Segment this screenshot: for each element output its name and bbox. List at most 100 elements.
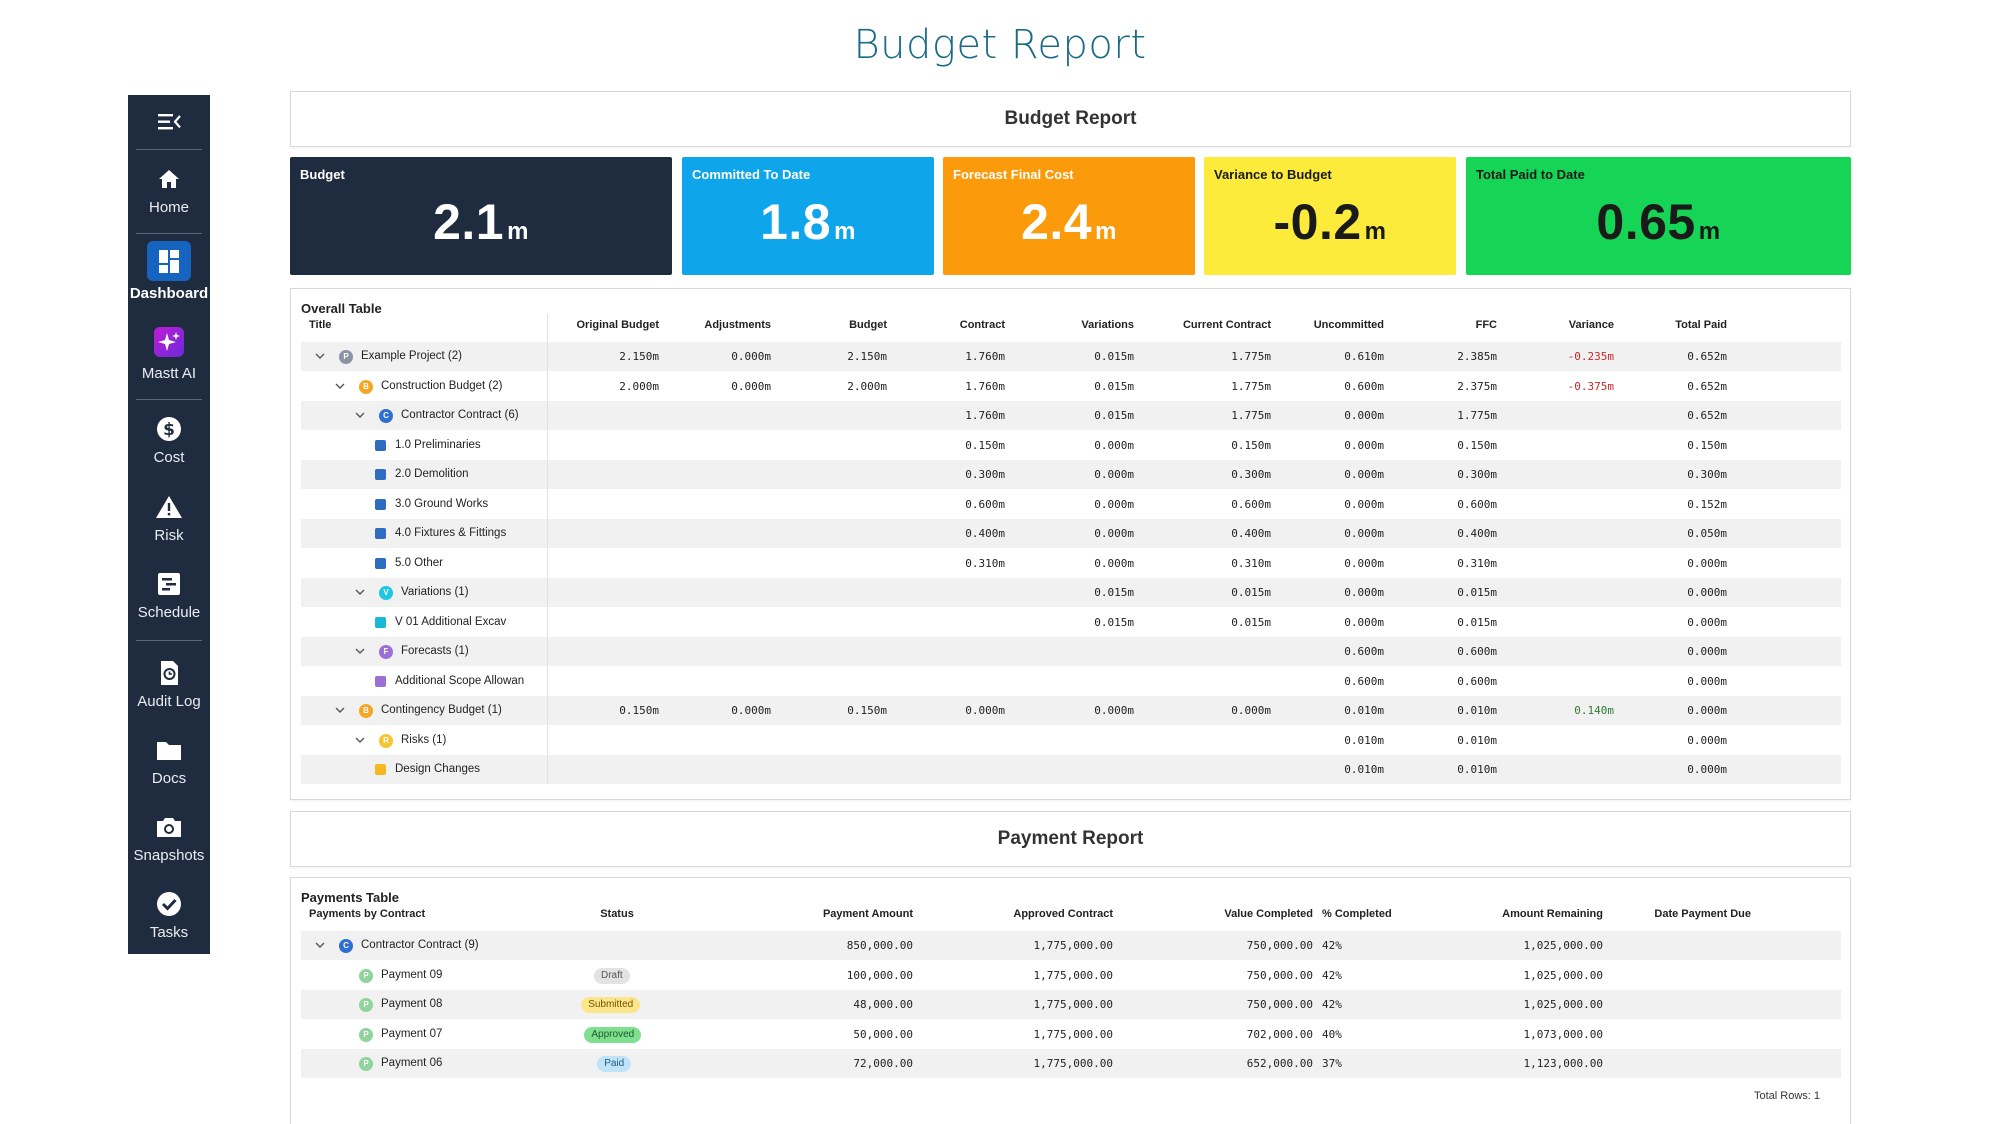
table-cell: 0.652m [1687,350,1727,363]
sidebar-item-snapshots[interactable]: Snapshots [128,809,210,879]
table-row[interactable]: P Payment 06 Paid 72,000.00 1,775,000.00 652,… [301,1049,1841,1078]
kpi-card: Forecast Final Cost 2.4 m [943,157,1195,275]
table-cell: 0.000m [731,704,771,717]
sidebar-item-mastt-ai[interactable]: Mastt AI [128,327,210,397]
row-title: 1.0 Preliminaries [395,438,481,451]
sidebar-item-home[interactable]: Home [128,161,210,231]
column-header[interactable]: Status [557,900,677,929]
sidebar: Home Dashboard Mastt AI $ Cost Risk Sche… [128,95,210,954]
row-title: Forecasts (1) [401,645,469,657]
table-row[interactable]: C Contractor Contract (9) 850,000.00 1,775,… [301,931,1841,960]
column-header[interactable]: Variations [994,311,1134,340]
dashboard-icon [128,241,210,281]
table-cell: 0.015m [1457,586,1497,599]
table-cell: 1.775m [1231,409,1271,422]
column-header[interactable]: Value Completed [1173,900,1313,929]
chevron-down-icon[interactable] [353,637,367,666]
menu-collapse-button[interactable] [128,105,210,141]
chevron-down-icon[interactable] [353,578,367,607]
table-cell: 1,025,000.00 [1523,939,1603,952]
table-cell: 0.000m [1344,586,1384,599]
table-row[interactable]: P Payment 08 Submitted 48,000.00 1,775,000.0… [301,990,1841,1019]
kpi-value: 2.1 m [290,193,672,251]
column-header[interactable]: Approved Contract [973,900,1113,929]
table-cell: 0.015m [1094,379,1134,393]
chevron-down-icon[interactable] [313,342,327,371]
table-cell: 1,775,000.00 [1033,939,1113,952]
kpi-value: 0.65 m [1466,193,1851,251]
column-header[interactable]: Contract [865,311,1005,340]
table-row[interactable]: 5.0 Other 0.310m 0.000m 0.310m 0.000m 0.310m 0… [301,549,1841,578]
sidebar-item-schedule[interactable]: Schedule [128,566,210,636]
table-row[interactable]: V Variations (1) 0.015m 0.015m 0.000m 0.015m 0… [301,578,1841,607]
table-cell: 0.015m [1094,409,1134,422]
chevron-down-icon[interactable] [313,931,327,960]
sidebar-item-cost[interactable]: $ Cost [128,411,210,481]
total-rows-label: Total Rows: 1 [1753,1090,1820,1102]
chevron-down-icon[interactable] [353,726,367,755]
table-cell: 1.775m [1231,379,1271,393]
chevron-down-icon[interactable] [333,372,347,401]
chevron-down-icon[interactable] [353,401,367,430]
sidebar-item-label: Audit Log [137,693,201,710]
table-cell: 0.600m [1344,379,1384,393]
table-cell: 702,000.00 [1246,1027,1313,1041]
folder-icon [128,732,210,768]
table-row[interactable]: Design Changes 0.010m 0.010m 0.000m [301,755,1841,784]
column-header[interactable]: Amount Remaining [1463,900,1603,929]
table-cell: 1,073,000.00 [1523,1027,1603,1041]
sidebar-item-dashboard[interactable]: Dashboard [128,241,210,311]
column-header[interactable]: Total Paid [1587,311,1727,340]
home-icon [128,161,210,197]
item-square-icon [375,616,386,628]
table-cell: 0.000m [1687,763,1727,776]
table-row[interactable]: B Construction Budget (2) 2.000m 0.000m 2.00… [301,372,1841,401]
kpi-number: 2.4 [1021,194,1093,250]
table-cell: 1,775,000.00 [1033,998,1113,1011]
table-row[interactable]: F Forecasts (1) 0.600m 0.600m 0.000m [301,637,1841,666]
table-cell: 0.600m [1457,645,1497,658]
table-row[interactable]: P Payment 09 Draft 100,000.00 1,775,000.00 75… [301,961,1841,990]
table-cell: 0.000m [1344,615,1384,629]
table-cell: 0.652m [1687,379,1727,393]
table-row[interactable]: 2.0 Demolition 0.300m 0.000m 0.300m 0.000m 0.… [301,460,1841,489]
table-row[interactable]: 3.0 Ground Works 0.600m 0.000m 0.600m 0.000m… [301,490,1841,519]
svg-text:$: $ [163,420,175,440]
table-row[interactable]: Additional Scope Allowan 0.600m 0.600m 0.00… [301,667,1841,696]
chevron-down-icon[interactable] [333,696,347,725]
table-cell: 0.000m [1344,556,1384,570]
table-row[interactable]: P Example Project (2) 2.150m 0.000m 2.150m 1.… [301,342,1841,371]
table-cell: 42% [1322,998,1342,1011]
table-cell: 0.015m [1094,350,1134,363]
sidebar-item-audit-log[interactable]: Audit Log [128,655,210,725]
dollar-icon: $ [128,411,210,447]
item-square-icon [375,557,386,569]
table-row[interactable]: V 01 Additional Excav 0.015m 0.015m 0.000m 0… [301,608,1841,637]
type-badge: P [359,968,373,983]
row-title: Variations (1) [401,586,469,598]
table-row[interactable]: 1.0 Preliminaries 0.150m 0.000m 0.150m 0.000… [301,431,1841,460]
table-cell: 652,000.00 [1246,1057,1313,1070]
column-header[interactable]: Date Payment Due [1621,900,1751,929]
column-header[interactable]: % Completed [1322,900,1422,929]
table-row[interactable]: C Contractor Contract (6) 1.760m 0.015m 1.77… [301,401,1841,430]
table-cell: 0.400m [1457,527,1497,540]
table-cell: 0.152m [1687,497,1727,511]
column-header[interactable]: Payments by Contract [309,900,509,929]
column-header[interactable]: Title [309,311,459,340]
sidebar-item-tasks[interactable]: Tasks [128,886,210,956]
kpi-unit: m [1364,218,1387,245]
table-row[interactable]: R Risks (1) 0.010m 0.010m 0.000m [301,726,1841,755]
column-header[interactable]: Payment Amount [773,900,913,929]
table-row[interactable]: B Contingency Budget (1) 0.150m 0.000m 0.150… [301,696,1841,725]
table-row[interactable]: P Payment 07 Approved 50,000.00 1,775,000.00… [301,1020,1841,1049]
item-square-icon [375,675,386,687]
row-title: Construction Budget (2) [381,379,503,392]
sidebar-divider [136,640,202,641]
table-row[interactable]: 4.0 Fixtures & Fittings 0.400m 0.000m 0.400… [301,519,1841,548]
sidebar-item-risk[interactable]: Risk [128,489,210,559]
kpi-card: Budget 2.1 m [290,157,672,275]
sidebar-item-docs[interactable]: Docs [128,732,210,802]
table-cell: 2.150m [847,350,887,363]
table-cell: 2.000m [847,379,887,393]
